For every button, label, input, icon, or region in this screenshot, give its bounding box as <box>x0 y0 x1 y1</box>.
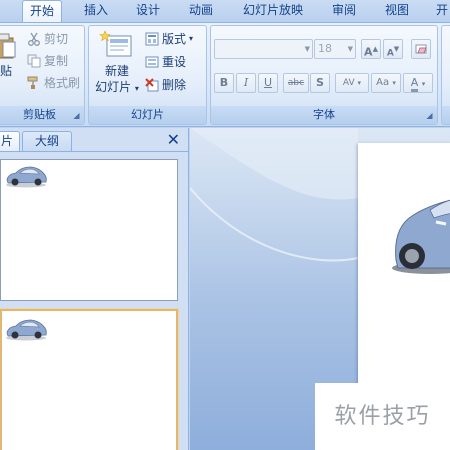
new-slide-label-2: 幻灯片 ▾ <box>95 80 139 94</box>
change-case-label: Aa <box>376 77 390 88</box>
shadow-button[interactable]: S <box>310 73 330 93</box>
reset-icon <box>145 56 159 68</box>
format-painter-label: 格式刷 <box>44 76 81 90</box>
tab-view[interactable]: 视图 <box>377 0 417 22</box>
font-size-combo[interactable]: 18 ▼ <box>314 39 356 59</box>
eraser-icon <box>415 44 427 54</box>
tab-slides[interactable]: 片 <box>0 131 20 151</box>
reset-button[interactable]: 重设 <box>145 53 186 71</box>
paste-icon <box>0 33 16 59</box>
car-image-large[interactable] <box>390 168 450 278</box>
font-color-label: A <box>410 77 419 92</box>
tab-more[interactable]: 开 <box>430 0 450 22</box>
grow-font-button[interactable]: A▲ <box>361 39 381 59</box>
tab-insert[interactable]: 插入 <box>76 0 116 22</box>
slide-thumbnail-2[interactable] <box>0 309 178 450</box>
font-size-chevron-icon: ▼ <box>347 45 353 53</box>
copy-icon <box>27 54 41 68</box>
clipboard-launcher-icon[interactable]: ◢ <box>72 111 81 120</box>
new-slide-label-1: 新建 <box>104 64 129 78</box>
font-size-value: 18 <box>318 42 332 55</box>
slides-group-label: 幻灯片 <box>89 106 206 124</box>
char-spacing-button[interactable]: AV ▾ <box>335 73 369 93</box>
watermark-text: 软件技巧 <box>315 383 450 450</box>
format-painter-button[interactable]: 格式刷 <box>27 74 80 92</box>
ribbon-tab-bar: 开始 插入 设计 动画 幻灯片放映 审阅 视图 开 <box>0 0 450 22</box>
slide-thumbnail-1[interactable] <box>0 159 178 301</box>
clear-format-button[interactable] <box>411 39 431 59</box>
copy-label: 复制 <box>44 54 69 68</box>
underline-button[interactable]: U <box>258 73 278 93</box>
tab-outline[interactable]: 大纲 <box>22 131 72 151</box>
change-case-button[interactable]: Aa ▾ <box>371 73 401 93</box>
tab-design[interactable]: 设计 <box>128 0 168 22</box>
new-slide-icon <box>99 30 132 57</box>
font-name-combo[interactable]: ▼ <box>214 39 313 59</box>
close-icon[interactable]: ✕ <box>167 132 180 148</box>
font-group: ▼ 18 ▼ A▲ A▼ B I U abc S AV ▾ Aa ▾ A ▾ 字… <box>210 25 438 125</box>
scissors-icon <box>28 32 40 46</box>
char-spacing-label: AV <box>342 78 355 88</box>
delete-slide-button[interactable]: 删除 <box>145 76 186 94</box>
pane-divider <box>0 151 189 152</box>
italic-button[interactable]: I <box>236 73 256 93</box>
car-image <box>6 319 47 341</box>
chevron-down-icon: ▾ <box>134 84 139 93</box>
paintbrush-icon <box>27 76 38 89</box>
paste-button[interactable]: 贴 <box>0 32 17 79</box>
grow-font-label: A <box>364 45 373 59</box>
shrink-font-label: A <box>386 48 394 59</box>
tab-review[interactable]: 审阅 <box>324 0 364 22</box>
layout-label: 版式 <box>162 32 187 46</box>
strikethrough-button[interactable]: abc <box>283 73 309 93</box>
paragraph-group-label <box>442 106 450 124</box>
copy-button[interactable]: 复制 <box>27 52 68 70</box>
ribbon: 贴 剪切 复制 格式刷 剪贴板 ◢ 新建 幻灯片 ▾ 版式 ▾ 重设 删除 幻灯… <box>0 22 450 127</box>
cut-button[interactable]: 剪切 <box>27 30 68 48</box>
font-name-chevron-icon: ▼ <box>304 45 310 53</box>
delete-label: 删除 <box>162 78 187 92</box>
new-slide-button[interactable]: 新建 幻灯片 ▾ <box>93 30 141 97</box>
clipboard-group: 贴 剪切 复制 格式刷 剪贴板 ◢ <box>0 25 85 125</box>
tab-animations[interactable]: 动画 <box>181 0 221 22</box>
font-launcher-icon[interactable]: ◢ <box>425 111 434 120</box>
bold-button[interactable]: B <box>214 73 234 93</box>
slides-group: 新建 幻灯片 ▾ 版式 ▾ 重设 删除 幻灯片 <box>88 25 207 125</box>
layout-chevron-icon: ▾ <box>189 34 194 43</box>
layout-button[interactable]: 版式 ▾ <box>145 30 193 48</box>
delete-icon <box>145 78 159 92</box>
cut-label: 剪切 <box>44 32 69 46</box>
reset-label: 重设 <box>162 55 187 69</box>
paste-label: 贴 <box>0 64 12 78</box>
font-group-label: 字体 <box>211 106 437 124</box>
slides-pane: 片 大纲 ✕ <box>0 128 189 450</box>
layout-icon <box>145 32 159 46</box>
car-image <box>6 166 47 188</box>
tab-slideshow[interactable]: 幻灯片放映 <box>238 0 308 22</box>
paragraph-group-partial <box>441 25 450 125</box>
tab-home[interactable]: 开始 <box>22 0 62 22</box>
shrink-font-button[interactable]: A▼ <box>383 39 403 59</box>
font-color-button[interactable]: A ▾ <box>403 73 433 93</box>
